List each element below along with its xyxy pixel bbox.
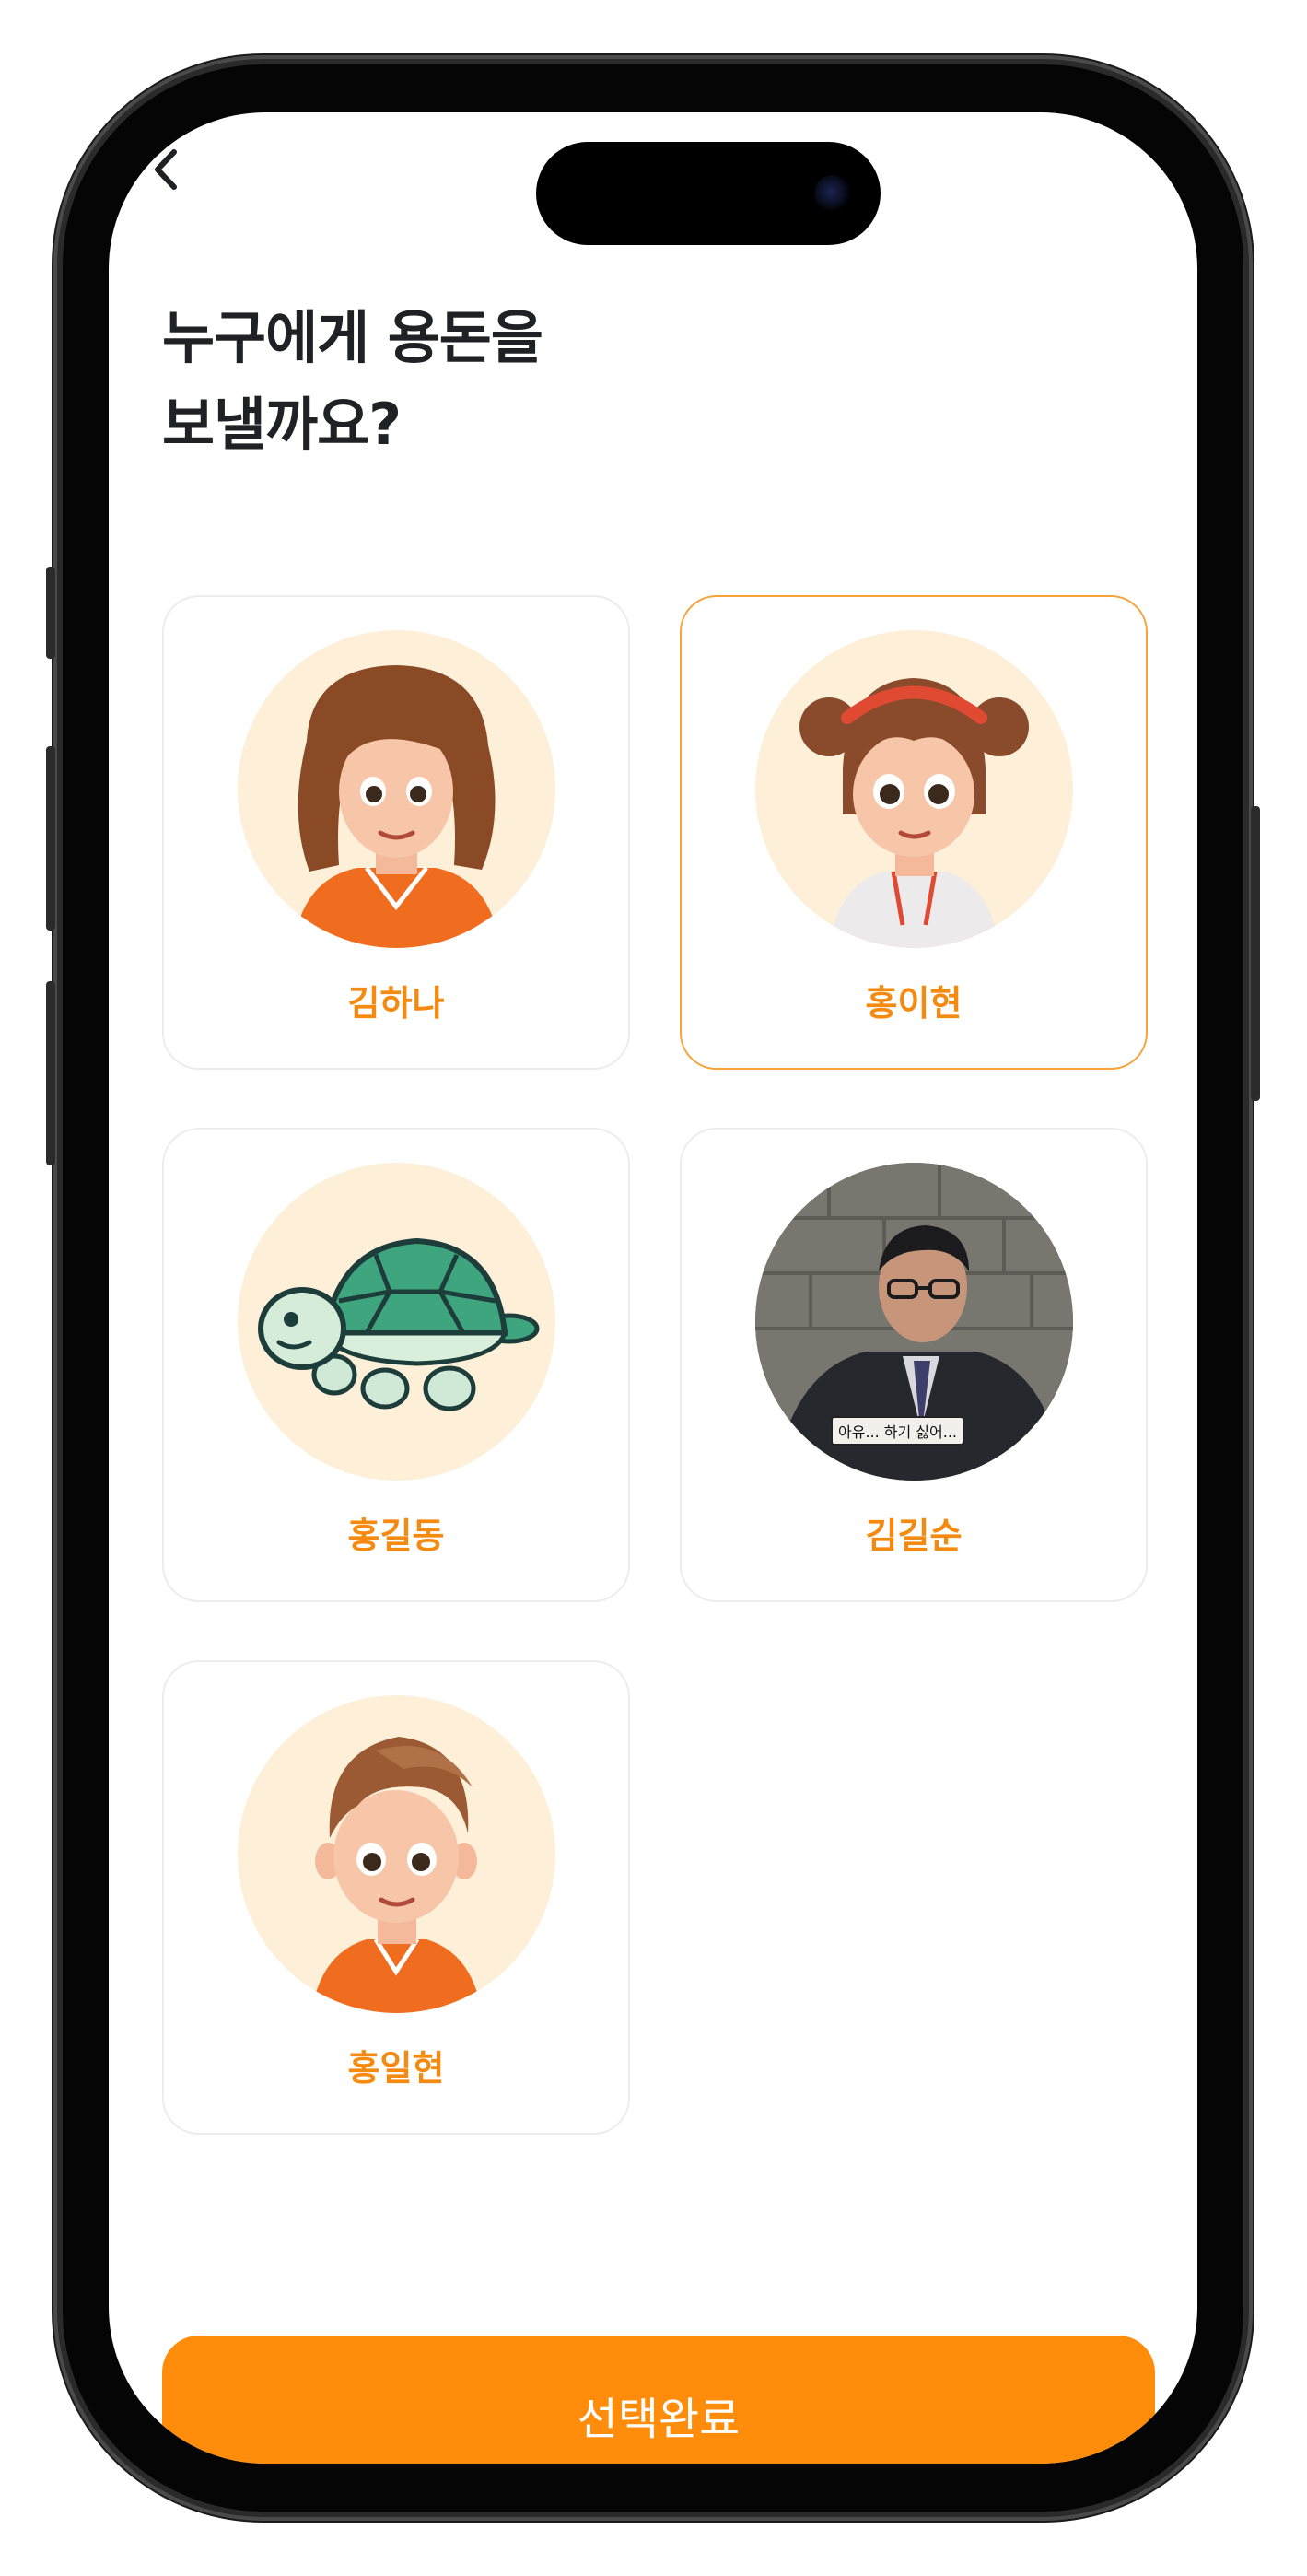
confirm-selection-button[interactable]: 선택완료	[162, 2336, 1155, 2464]
recipient-name: 김길순	[865, 1516, 963, 1556]
recipient-name: 홍일현	[347, 2048, 445, 2089]
power-button	[1251, 806, 1260, 1101]
page-title-line2: 보낼까요?	[162, 391, 402, 458]
page-title: 누구에게 용돈을 보낼까요?	[162, 295, 543, 468]
recipient-name: 김하나	[347, 983, 445, 1024]
photo-caption: 아유... 하기 싫어...	[831, 1416, 965, 1446]
recipient-card-2[interactable]: 홍이현	[680, 595, 1148, 1070]
recipient-card-3[interactable]: 홍길동	[162, 1128, 630, 1602]
phone-frame: 누구에게 용돈을 보낼까요? 김하나 홍이현 홍길동 아유... 하기 싫어..…	[46, 55, 1260, 2521]
volume-down-button	[46, 981, 55, 1165]
girl-avatar-icon	[238, 630, 555, 948]
recipient-card-1[interactable]: 김하나	[162, 595, 630, 1070]
recipient-card-5[interactable]: 홍일현	[162, 1660, 630, 2135]
back-button[interactable]	[142, 146, 190, 193]
recipient-card-4[interactable]: 아유... 하기 싫어... 김길순	[680, 1128, 1148, 1602]
boy-avatar-icon	[238, 1695, 555, 2013]
dynamic-island	[536, 142, 881, 245]
front-camera-icon	[814, 175, 851, 212]
recipient-name: 홍이현	[865, 983, 963, 1024]
girl-headband-avatar-icon	[755, 630, 1073, 948]
app-screen: 누구에게 용돈을 보낼까요? 김하나 홍이현 홍길동 아유... 하기 싫어..…	[109, 112, 1197, 2464]
volume-up-button	[46, 746, 55, 931]
action-button	[46, 567, 55, 659]
page-title-line1: 누구에게 용돈을	[162, 304, 543, 371]
turtle-avatar-icon	[238, 1163, 555, 1481]
man-photo-avatar-icon: 아유... 하기 싫어...	[755, 1163, 1073, 1481]
recipient-name: 홍길동	[347, 1516, 445, 1556]
chevron-left-icon	[155, 149, 177, 190]
